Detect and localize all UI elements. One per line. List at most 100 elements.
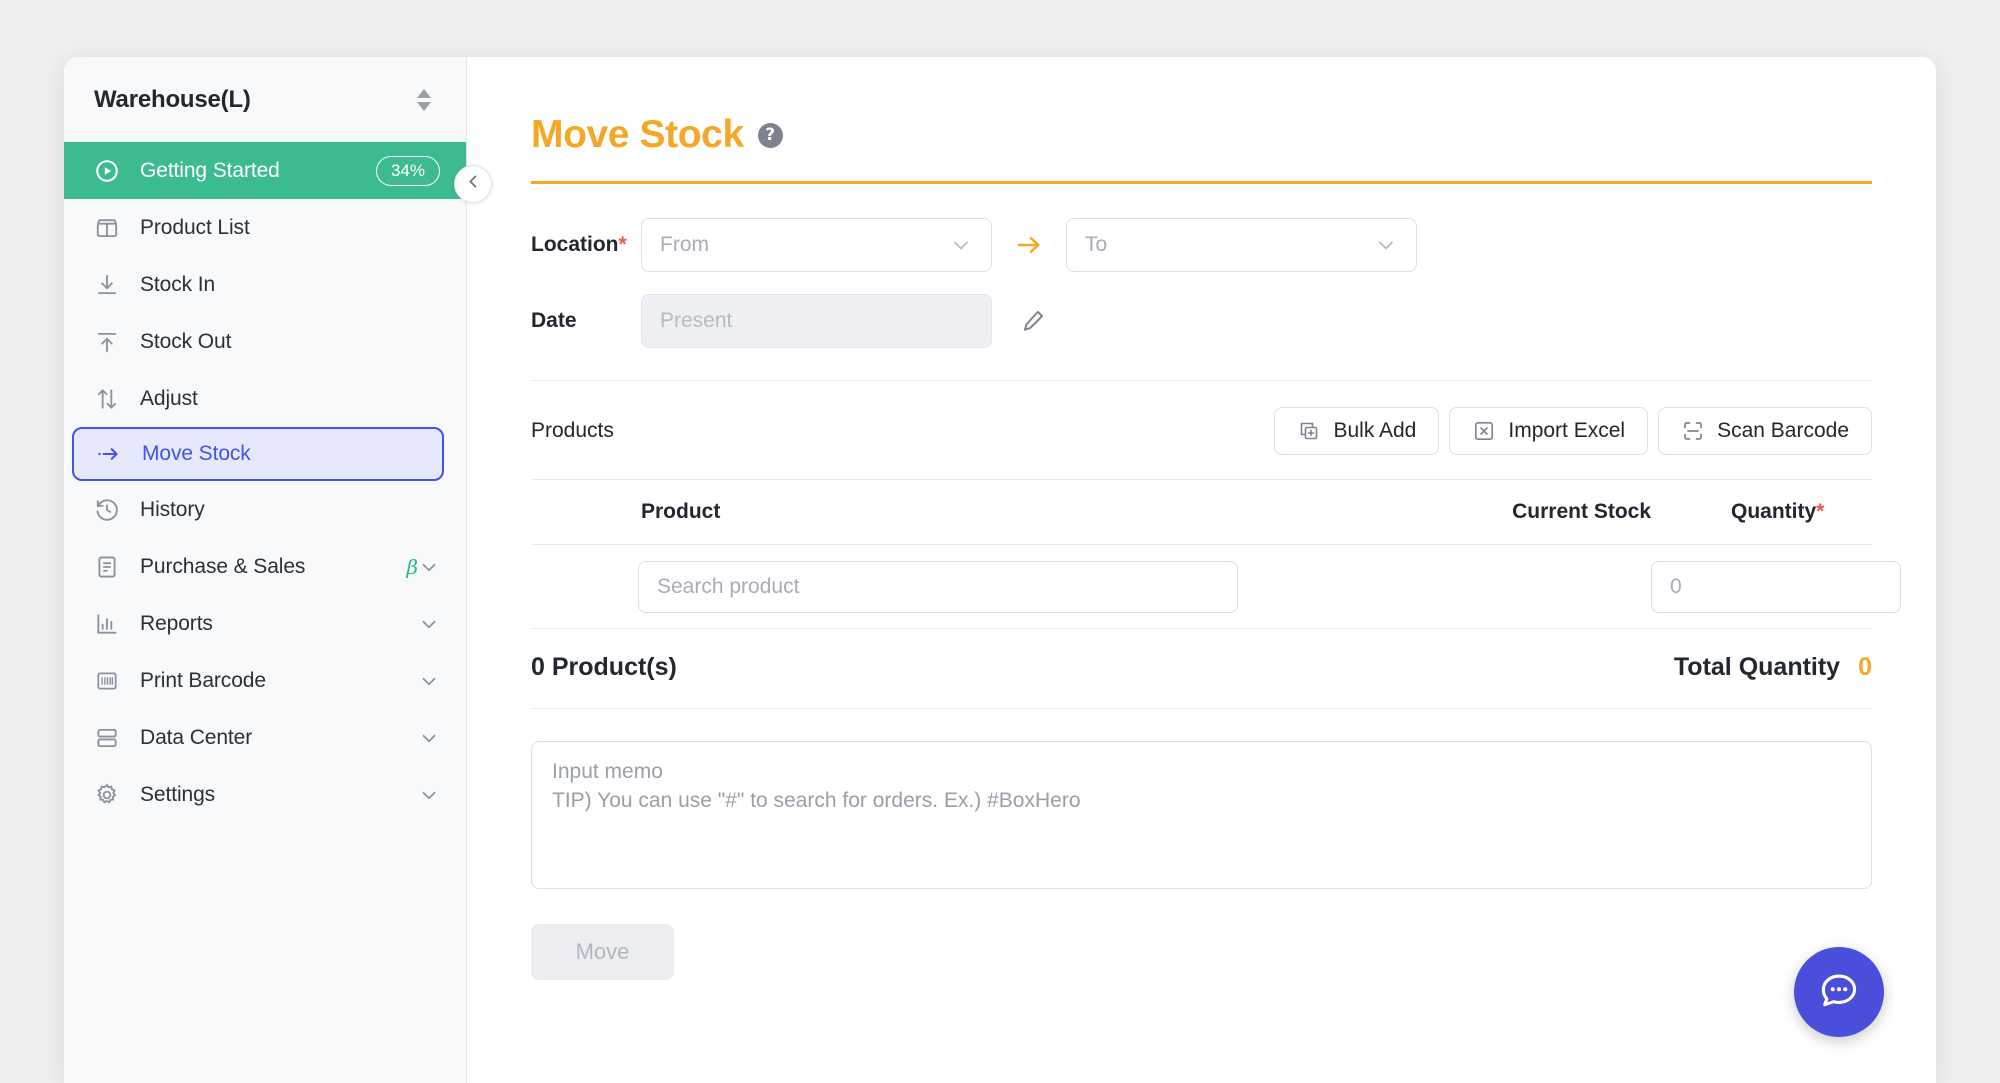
title-underline [531, 181, 1872, 184]
chevron-down-icon [1374, 233, 1398, 257]
move-button[interactable]: Move [531, 924, 674, 980]
excel-x-icon [1472, 419, 1496, 443]
search-product-input[interactable] [638, 560, 1238, 613]
location-row: Location* From To [531, 218, 1872, 272]
product-count: 0 Product(s) [531, 653, 677, 681]
chevron-down-icon[interactable] [418, 784, 440, 806]
memo-textarea[interactable] [531, 741, 1872, 889]
sidebar-item-stock-out[interactable]: Stock Out [64, 313, 466, 370]
sidebar-item-adjust[interactable]: Adjust [64, 370, 466, 427]
sidebar-item-history[interactable]: History [64, 481, 466, 538]
scan-barcode-label: Scan Barcode [1717, 419, 1849, 442]
sidebar-item-label: Settings [140, 782, 216, 806]
totals-row: 0 Product(s) Total Quantity 0 [531, 629, 1872, 709]
beta-badge: β [406, 554, 418, 579]
location-to-value: To [1085, 233, 1108, 256]
quantity-cell [1651, 560, 1901, 613]
caret-down-shape [417, 101, 431, 111]
sidebar-nav: Getting Started 34% Product List Stock I… [64, 142, 466, 823]
import-excel-button[interactable]: Import Excel [1449, 407, 1649, 455]
page-header: Move Stock ? [531, 113, 1872, 157]
sidebar-item-label: Purchase & Sales [140, 554, 306, 578]
chevron-left-icon [464, 172, 483, 196]
sidebar-item-product-list[interactable]: Product List [64, 199, 466, 256]
total-quantity-label: Total Quantity [1673, 653, 1841, 681]
barcode-icon [94, 668, 140, 694]
date-row: Date Present [531, 294, 1872, 348]
total-quantity-group: Total Quantity 0 [1674, 653, 1872, 682]
app-window: Warehouse(L) Getting Started 34% Product… [64, 57, 1936, 1083]
box-icon [94, 215, 140, 241]
location-label: Location* [531, 233, 627, 256]
bulk-add-button[interactable]: Bulk Add [1274, 407, 1440, 455]
location-from-value: From [660, 233, 709, 256]
sidebar: Warehouse(L) Getting Started 34% Product… [64, 57, 492, 1083]
sidebar-item-label: Adjust [140, 386, 198, 410]
quantity-input[interactable] [1651, 560, 1901, 613]
bar-chart-icon [94, 611, 140, 637]
total-quantity-value: 0 [1858, 653, 1872, 681]
sidebar-item-label: Data Center [140, 725, 253, 749]
clock-rewind-icon [94, 497, 140, 523]
sidebar-collapse-button[interactable] [454, 165, 492, 203]
sidebar-item-label: Reports [140, 611, 213, 635]
chevron-down-icon[interactable] [418, 727, 440, 749]
scan-frame-icon [1681, 419, 1705, 443]
sidebar-item-print-barcode[interactable]: Print Barcode [64, 652, 466, 709]
chevron-down-icon[interactable] [418, 670, 440, 692]
sidebar-item-data-center[interactable]: Data Center [64, 709, 466, 766]
product-cell [531, 560, 1291, 613]
sidebar-item-label: Product List [140, 215, 250, 239]
up-down-arrows-icon [94, 386, 140, 412]
date-value: Present [660, 309, 733, 332]
scan-barcode-button[interactable]: Scan Barcode [1658, 407, 1872, 455]
workspace-selector[interactable]: Warehouse(L) [64, 57, 466, 142]
page-title: Move Stock [531, 113, 744, 156]
column-header-quantity: Quantity* [1731, 500, 1825, 523]
import-excel-label: Import Excel [1508, 419, 1626, 442]
database-icon [94, 725, 140, 751]
sidebar-item-label: Stock In [140, 272, 216, 296]
arrow-right-icon [1014, 230, 1044, 260]
chevron-down-icon [949, 233, 973, 257]
required-marker: * [1816, 500, 1825, 523]
question-mark-icon[interactable]: ? [757, 122, 783, 148]
sidebar-item-label: History [140, 497, 205, 521]
sidebar-item-reports[interactable]: Reports [64, 595, 466, 652]
copy-plus-icon [1297, 419, 1321, 443]
sidebar-item-purchase-and-sales[interactable]: Purchase & Sales β [64, 538, 466, 595]
products-section-label: Products [531, 419, 614, 442]
sidebar-item-label: Getting Started [140, 158, 280, 182]
arrow-down-to-line-icon [94, 272, 140, 298]
updown-caret-icon[interactable] [414, 86, 434, 114]
column-header-current-stock: Current Stock [1512, 500, 1651, 523]
sidebar-item-label: Print Barcode [140, 668, 266, 692]
workspace-name: Warehouse(L) [94, 85, 251, 113]
gear-icon [94, 782, 140, 808]
location-to-select[interactable]: To [1066, 218, 1417, 272]
pencil-icon[interactable] [1020, 308, 1046, 334]
sidebar-item-stock-in[interactable]: Stock In [64, 256, 466, 313]
chat-support-button[interactable] [1794, 947, 1884, 1037]
chat-support-icon [1817, 968, 1861, 1017]
products-toolbar: Products Bulk Add Import Excel Scan Barc… [531, 381, 1872, 479]
sidebar-item-settings[interactable]: Settings [64, 766, 466, 823]
chevron-down-icon[interactable] [418, 556, 440, 578]
location-from-select[interactable]: From [641, 218, 992, 272]
arrow-up-from-line-icon [94, 329, 140, 355]
table-row [531, 545, 1901, 629]
onboarding-progress-badge: 34% [375, 155, 440, 186]
column-header-product: Product [641, 500, 721, 523]
date-field: Present [641, 294, 992, 348]
sidebar-item-getting-started[interactable]: Getting Started 34% [64, 142, 466, 199]
sidebar-item-label: Move Stock [142, 442, 251, 465]
document-icon [94, 554, 140, 580]
sidebar-item-move-stock[interactable]: Move Stock [72, 427, 444, 481]
products-actions: Bulk Add Import Excel Scan Barcode [1274, 407, 1872, 455]
bulk-add-label: Bulk Add [1333, 419, 1417, 442]
sidebar-item-label: Stock Out [140, 329, 232, 353]
date-label: Date [531, 309, 577, 332]
main-content: Move Stock ? Location* From To Date Pres… [467, 57, 1936, 1083]
chevron-down-icon[interactable] [418, 613, 440, 635]
play-circle-icon [94, 158, 140, 184]
